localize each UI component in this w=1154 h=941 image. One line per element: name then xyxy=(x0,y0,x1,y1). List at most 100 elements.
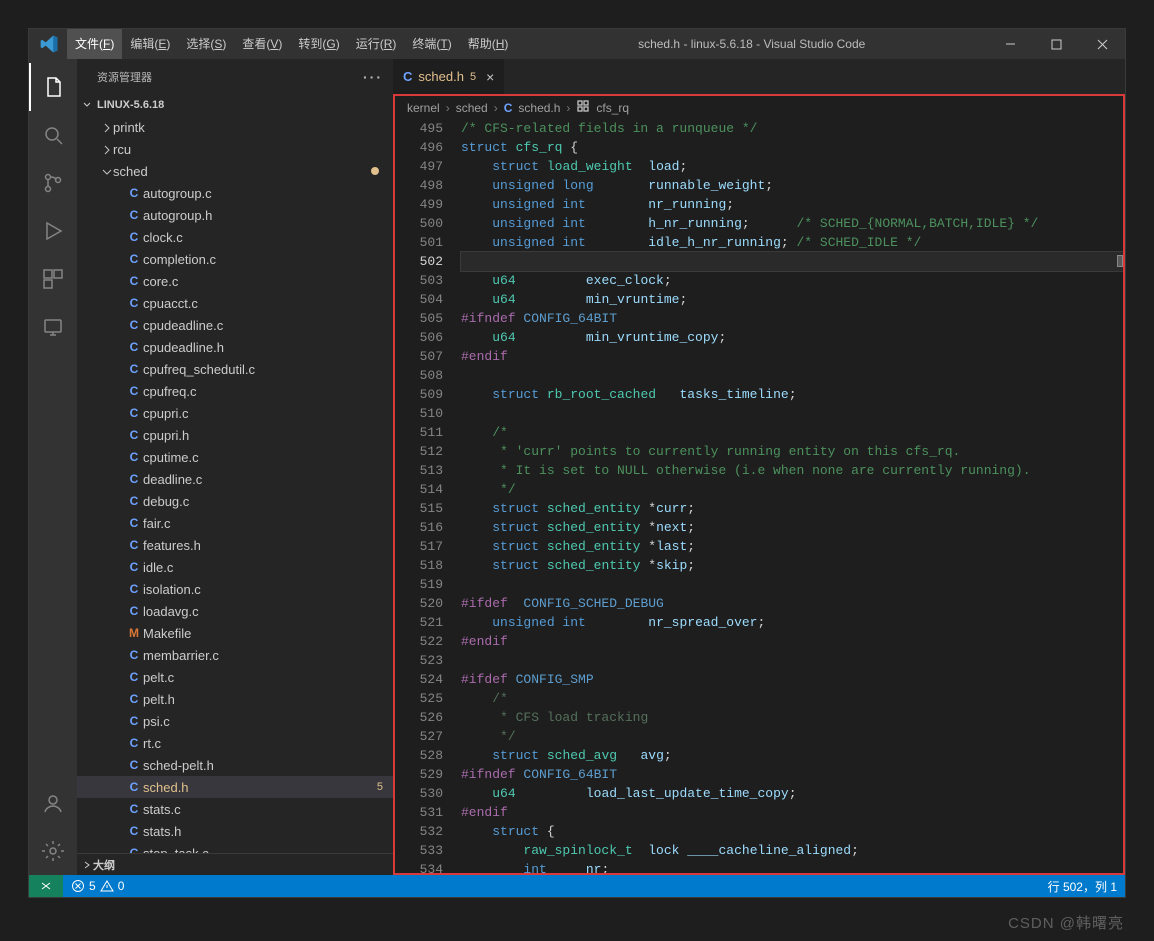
code-line[interactable]: /* xyxy=(461,423,1123,442)
problems-status[interactable]: 5 0 xyxy=(63,875,132,897)
menu-f[interactable]: 文件(F) xyxy=(67,29,122,59)
breadcrumbs[interactable]: kernel›sched›Csched.h›cfs_rq xyxy=(393,94,1125,119)
extensions-icon[interactable] xyxy=(29,255,77,303)
code-line[interactable]: * It is set to NULL otherwise (i.e when … xyxy=(461,461,1123,480)
file-sched-h[interactable]: Csched.h5 xyxy=(77,776,393,798)
minimize-button[interactable] xyxy=(987,29,1033,59)
code-line[interactable]: #endif xyxy=(461,632,1123,651)
code-line[interactable]: struct load_weight load; xyxy=(461,157,1123,176)
cursor-position[interactable]: 行 502，列 1 xyxy=(1040,875,1125,897)
menu-t[interactable]: 终端(T) xyxy=(404,29,459,59)
code-line[interactable]: unsigned long runnable_weight; xyxy=(461,176,1123,195)
code-line[interactable]: u64 exec_clock; xyxy=(461,271,1123,290)
scrollbar[interactable] xyxy=(1117,119,1123,873)
code-line[interactable]: struct sched_avg avg; xyxy=(461,746,1123,765)
file-stop_task-c[interactable]: Cstop_task.c xyxy=(77,842,393,853)
code-line[interactable]: u64 min_vruntime; xyxy=(461,290,1123,309)
file-stats-h[interactable]: Cstats.h xyxy=(77,820,393,842)
menu-r[interactable]: 运行(R) xyxy=(348,29,405,59)
code-line[interactable]: raw_spinlock_t lock ____cacheline_aligne… xyxy=(461,841,1123,860)
account-icon[interactable] xyxy=(29,779,77,827)
code-line[interactable]: struct sched_entity *last; xyxy=(461,537,1123,556)
code-line[interactable]: u64 min_vruntime_copy; xyxy=(461,328,1123,347)
file-autogroup-h[interactable]: Cautogroup.h xyxy=(77,204,393,226)
code-line[interactable]: struct cfs_rq { xyxy=(461,138,1123,157)
folder-rcu[interactable]: rcu xyxy=(77,138,393,160)
code-line[interactable] xyxy=(461,575,1123,594)
file-cpufreq-c[interactable]: Ccpufreq.c xyxy=(77,380,393,402)
code-line[interactable]: unsigned int h_nr_running; /* SCHED_{NOR… xyxy=(461,214,1123,233)
outline-section[interactable]: 大纲 xyxy=(77,853,393,875)
file-loadavg-c[interactable]: Cloadavg.c xyxy=(77,600,393,622)
remote-explorer-icon[interactable] xyxy=(29,303,77,351)
close-button[interactable] xyxy=(1079,29,1125,59)
code-line[interactable]: unsigned int nr_running; xyxy=(461,195,1123,214)
code-line[interactable]: #ifdef CONFIG_SMP xyxy=(461,670,1123,689)
maximize-button[interactable] xyxy=(1033,29,1079,59)
file-tree[interactable]: printkrcuschedCautogroup.cCautogroup.hCc… xyxy=(77,116,393,853)
code-line[interactable]: struct rb_root_cached tasks_timeline; xyxy=(461,385,1123,404)
file-pelt-h[interactable]: Cpelt.h xyxy=(77,688,393,710)
code-line[interactable] xyxy=(461,404,1123,423)
menu-v[interactable]: 查看(V) xyxy=(234,29,290,59)
breadcrumb-segment[interactable]: cfs_rq xyxy=(596,101,629,115)
code-line[interactable]: /* CFS-related fields in a runqueue */ xyxy=(461,119,1123,138)
file-psi-c[interactable]: Cpsi.c xyxy=(77,710,393,732)
file-Makefile[interactable]: MMakefile xyxy=(77,622,393,644)
sidebar-more-icon[interactable]: ··· xyxy=(363,69,383,85)
file-stats-c[interactable]: Cstats.c xyxy=(77,798,393,820)
code-line[interactable]: unsigned int idle_h_nr_running; /* SCHED… xyxy=(461,233,1123,252)
menu-e[interactable]: 编辑(E) xyxy=(122,29,178,59)
file-cpudeadline-c[interactable]: Ccpudeadline.c xyxy=(77,314,393,336)
code-line[interactable]: */ xyxy=(461,480,1123,499)
code-line[interactable]: struct sched_entity *curr; xyxy=(461,499,1123,518)
code-line[interactable]: unsigned int nr_spread_over; xyxy=(461,613,1123,632)
code-line[interactable] xyxy=(461,366,1123,385)
file-cputime-c[interactable]: Ccputime.c xyxy=(77,446,393,468)
breadcrumb-segment[interactable]: kernel xyxy=(407,101,440,115)
source-control-icon[interactable] xyxy=(29,159,77,207)
code-line[interactable]: #endif xyxy=(461,803,1123,822)
menu-g[interactable]: 转到(G) xyxy=(290,29,347,59)
file-isolation-c[interactable]: Cisolation.c xyxy=(77,578,393,600)
file-rt-c[interactable]: Crt.c xyxy=(77,732,393,754)
code-line[interactable]: * CFS load tracking xyxy=(461,708,1123,727)
code-line[interactable]: #ifndef CONFIG_64BIT xyxy=(461,765,1123,784)
code-line[interactable]: struct { xyxy=(461,822,1123,841)
breadcrumb-segment[interactable]: sched.h xyxy=(518,101,560,115)
tab-sched-h[interactable]: C sched.h 5 × xyxy=(393,59,505,94)
file-cpupri-c[interactable]: Ccpupri.c xyxy=(77,402,393,424)
menu-s[interactable]: 选择(S) xyxy=(178,29,234,59)
file-sched-pelt-h[interactable]: Csched-pelt.h xyxy=(77,754,393,776)
settings-gear-icon[interactable] xyxy=(29,827,77,875)
code-line[interactable]: /* xyxy=(461,689,1123,708)
code-line[interactable]: */ xyxy=(461,727,1123,746)
sidebar-section[interactable]: LINUX-5.6.18 xyxy=(77,94,393,116)
file-fair-c[interactable]: Cfair.c xyxy=(77,512,393,534)
file-clock-c[interactable]: Cclock.c xyxy=(77,226,393,248)
code-editor[interactable]: 4954964974984995005015025035045055065075… xyxy=(393,119,1125,875)
code-line[interactable] xyxy=(461,252,1123,271)
code-line[interactable]: #endif xyxy=(461,347,1123,366)
code-line[interactable]: u64 load_last_update_time_copy; xyxy=(461,784,1123,803)
explorer-icon[interactable] xyxy=(29,63,77,111)
code-line[interactable]: int nr; xyxy=(461,860,1123,875)
search-icon[interactable] xyxy=(29,111,77,159)
file-cpupri-h[interactable]: Ccpupri.h xyxy=(77,424,393,446)
remote-indicator[interactable] xyxy=(29,875,63,897)
file-deadline-c[interactable]: Cdeadline.c xyxy=(77,468,393,490)
file-membarrier-c[interactable]: Cmembarrier.c xyxy=(77,644,393,666)
code-line[interactable]: #ifdef CONFIG_SCHED_DEBUG xyxy=(461,594,1123,613)
file-autogroup-c[interactable]: Cautogroup.c xyxy=(77,182,393,204)
code-line[interactable]: * 'curr' points to currently running ent… xyxy=(461,442,1123,461)
file-idle-c[interactable]: Cidle.c xyxy=(77,556,393,578)
file-debug-c[interactable]: Cdebug.c xyxy=(77,490,393,512)
file-features-h[interactable]: Cfeatures.h xyxy=(77,534,393,556)
code-line[interactable]: #ifndef CONFIG_64BIT xyxy=(461,309,1123,328)
file-cpudeadline-h[interactable]: Ccpudeadline.h xyxy=(77,336,393,358)
code-line[interactable]: struct sched_entity *next; xyxy=(461,518,1123,537)
run-debug-icon[interactable] xyxy=(29,207,77,255)
file-cpufreq_schedutil-c[interactable]: Ccpufreq_schedutil.c xyxy=(77,358,393,380)
code-line[interactable]: struct sched_entity *skip; xyxy=(461,556,1123,575)
file-cpuacct-c[interactable]: Ccpuacct.c xyxy=(77,292,393,314)
